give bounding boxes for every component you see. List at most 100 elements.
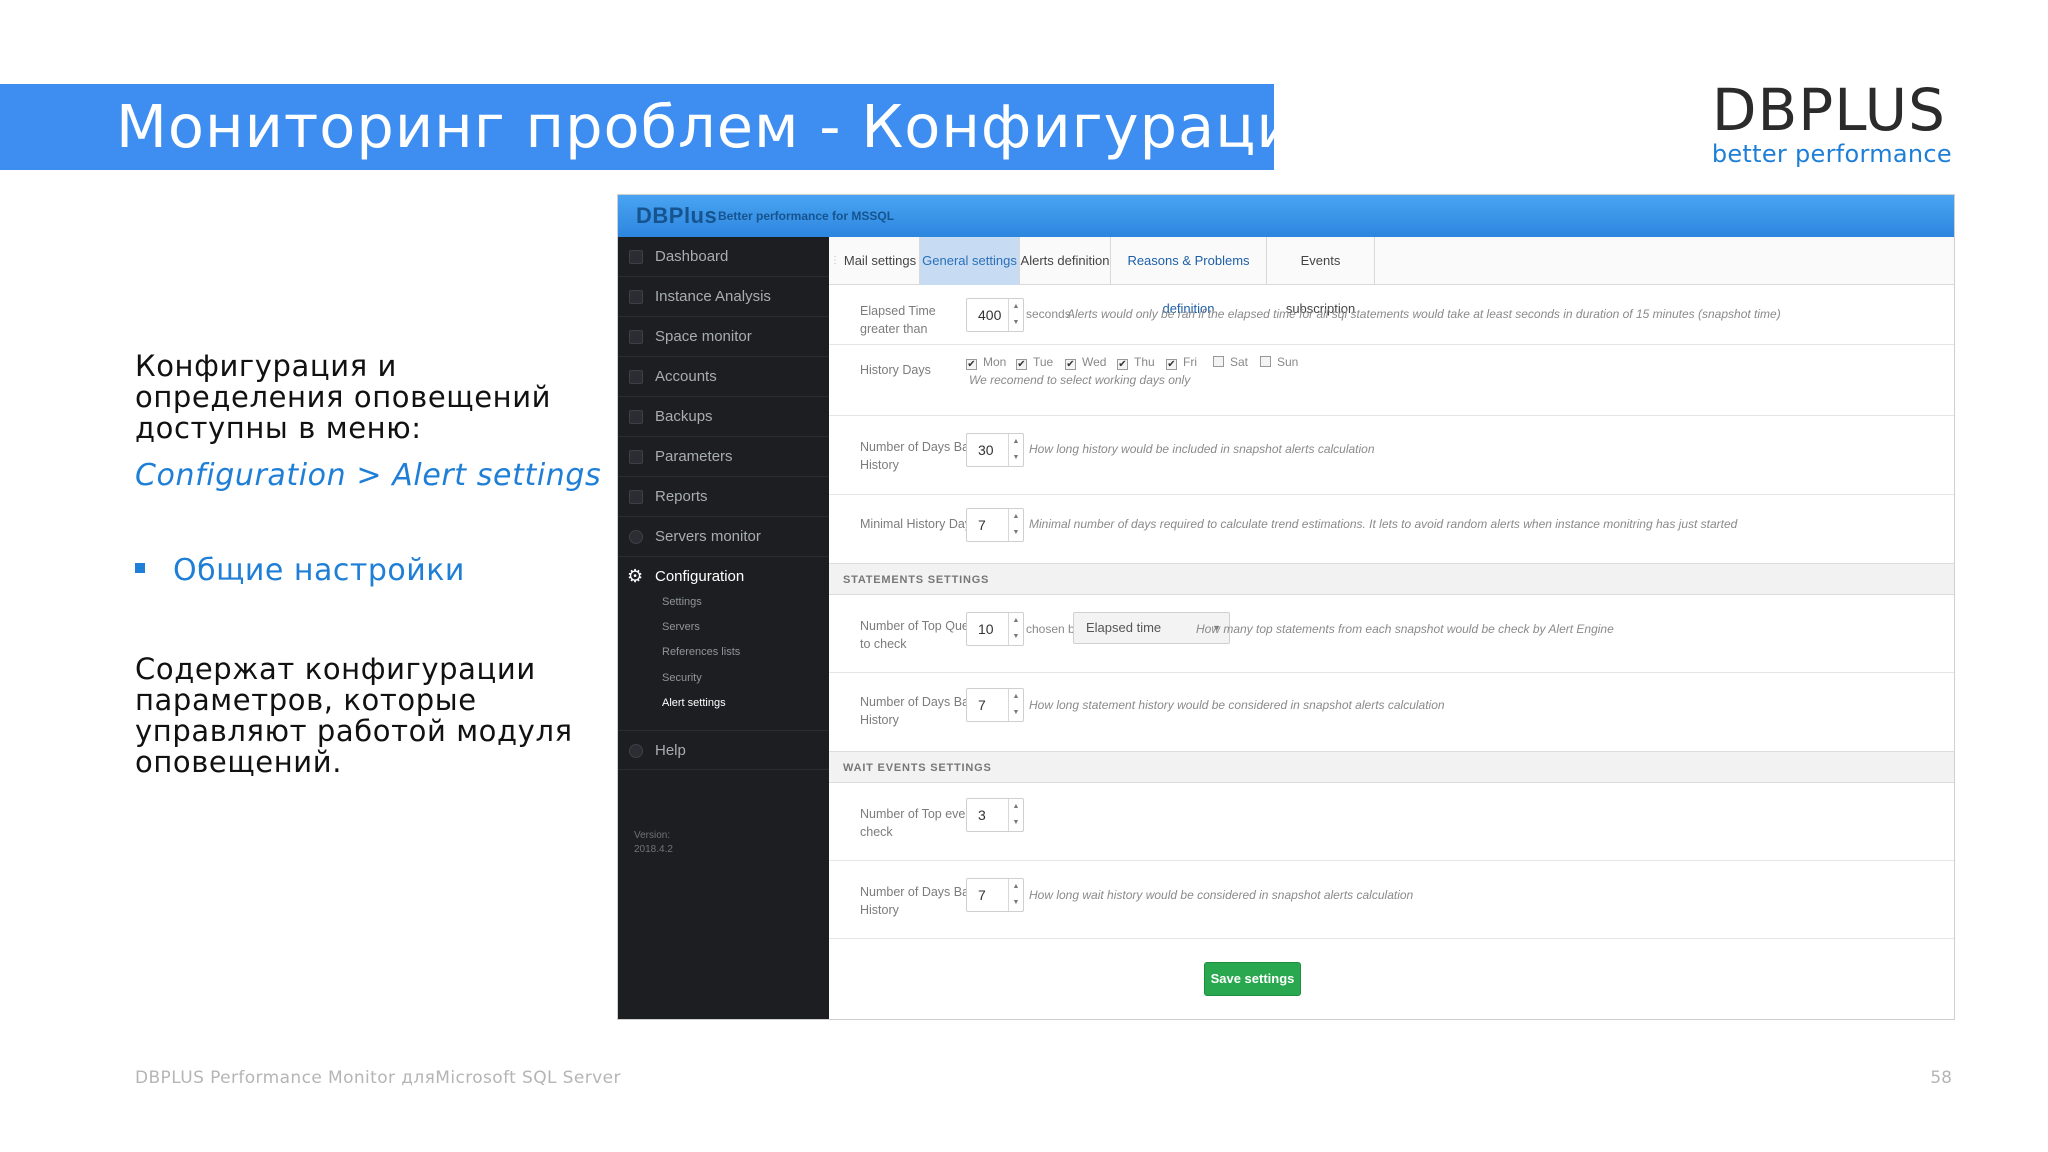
sidebar-item-label: Reports (655, 488, 708, 505)
sidebar-item-accounts[interactable]: Accounts (618, 357, 829, 397)
tab-alerts-definition[interactable]: Alerts definition (1020, 237, 1111, 285)
history-days-hint: We recomend to select working days only (969, 373, 1191, 387)
version-label: Version: (634, 830, 671, 841)
sidebar-item-space-monitor[interactable]: Space monitor (618, 317, 829, 357)
wait-days-back-input[interactable]: 7 ▲ ▼ (966, 878, 1024, 912)
sidebar-item-servers-monitor[interactable]: Servers monitor (618, 517, 829, 557)
logo-main: DBPLUS (1711, 76, 1946, 144)
sidebar-item-parameters[interactable]: Parameters (618, 437, 829, 477)
days-back-input[interactable]: 30 ▲ ▼ (966, 433, 1024, 467)
statements-settings-header: STATEMENTS SETTINGS (829, 563, 1954, 595)
sidebar-subitem-servers[interactable]: Servers (662, 621, 700, 633)
sidebar-subitem-references-lists[interactable]: References lists (662, 646, 740, 658)
sidebar-subitem-alert-settings[interactable]: Alert settings (662, 697, 726, 709)
tab-general-settings[interactable]: General settings (920, 237, 1020, 285)
sidebar-item-dashboard[interactable]: Dashboard (618, 237, 829, 277)
days-back-hint: How long history would be included in sn… (1029, 442, 1375, 456)
database-icon (629, 330, 643, 344)
checkbox-checked-icon[interactable]: ✔ (1016, 359, 1027, 370)
checkbox-label: Thu (1134, 355, 1155, 369)
top-queries-value: 10 (978, 621, 994, 637)
logo-tagline: better performance (1711, 140, 1952, 168)
checkbox-wed[interactable]: ✔ Wed (1065, 355, 1106, 370)
elapsed-unit: seconds (1026, 307, 1071, 321)
sidebar-subitem-security[interactable]: Security (662, 672, 702, 684)
top-events-value: 3 (978, 807, 986, 823)
statement-days-back-value: 7 (978, 697, 986, 713)
slide-title: Мониторинг проблем - Конфигурация (116, 92, 1333, 161)
checkbox-sun[interactable]: Sun (1260, 355, 1298, 369)
order-by-value: Elapsed time (1086, 620, 1162, 635)
row-minimal-history: Minimal History Days 7 ▲ ▼ Minimal number … (829, 495, 1954, 563)
save-settings-button[interactable]: Save settings (1204, 962, 1301, 996)
checkbox-label: Fri (1183, 355, 1197, 369)
tab-events-subscription[interactable]: Events subscription (1267, 237, 1375, 316)
sidebar-item-label: Dashboard (655, 248, 729, 265)
elapsed-hint: Alerts would only be ran if the elapsed … (1067, 307, 1781, 321)
wait-days-back-value: 7 (978, 887, 986, 903)
row-elapsed-time: Elapsed Time greater than 400 ▲ ▼ seconds … (829, 285, 1954, 345)
intro-text: Конфигурация и определения оповещений до… (135, 349, 552, 445)
app-header: DBPlus Better performance for MSSQL (618, 195, 1954, 237)
minimal-history-input[interactable]: 7 ▲ ▼ (966, 508, 1024, 542)
app-window: DBPlus Better performance for MSSQL Dash… (617, 194, 1955, 1020)
checkbox-label: Sat (1230, 355, 1249, 369)
spinner-arrows-icon[interactable]: ▲ ▼ (1008, 434, 1023, 466)
backup-icon (629, 410, 643, 424)
dashboard-icon (629, 250, 643, 264)
row-statement-days-back: Number of Days Back in History 7 ▲ ▼ How l… (829, 673, 1954, 751)
top-events-input[interactable]: 3 ▲ ▼ (966, 798, 1024, 832)
settings-content: ⋮ Mail settings General settings Alerts … (829, 237, 1954, 1019)
checkbox-label: Mon (983, 355, 1007, 369)
checkbox-checked-icon[interactable]: ✔ (1117, 359, 1128, 370)
slide: Мониторинг проблем - Конфигурация DBPLUS… (0, 0, 2048, 1152)
spinner-arrows-icon[interactable]: ▲ ▼ (1008, 879, 1023, 911)
sidebar-item-configuration[interactable]: ⚙ Configuration (618, 557, 829, 597)
sidebar-item-label: Backups (655, 408, 713, 425)
checkbox-unchecked-icon[interactable] (1260, 356, 1271, 367)
sidebar-item-backups[interactable]: Backups (618, 397, 829, 437)
gear-icon: ⚙ (627, 566, 644, 586)
spinner-arrows-icon[interactable]: ▲ ▼ (1008, 509, 1023, 541)
checkbox-unchecked-icon[interactable] (1213, 356, 1224, 367)
top-queries-input[interactable]: 10 ▲ ▼ (966, 612, 1024, 646)
version-number: 2018.4.2 (634, 844, 673, 855)
row-wait-days-back: Number of Days Back in History 7 ▲ ▼ How l… (829, 861, 1954, 939)
checkbox-sat[interactable]: Sat (1213, 355, 1248, 369)
spinner-arrows-icon[interactable]: ▲ ▼ (1008, 299, 1023, 331)
row-top-queries: Number of Top Queries to check 10 ▲ ▼ chos… (829, 595, 1954, 673)
sidebar-subitem-settings[interactable]: Settings (662, 596, 702, 608)
version-info: Version: 2018.4.2 (634, 829, 673, 857)
spinner-arrows-icon[interactable]: ▲ ▼ (1008, 689, 1023, 721)
checkbox-mon[interactable]: ✔ Mon (966, 355, 1006, 370)
sidebar-item-reports[interactable]: Reports (618, 477, 829, 517)
elapsed-input[interactable]: 400 ▲ ▼ (966, 298, 1024, 332)
sidebar-item-label: Servers monitor (655, 528, 761, 545)
checkbox-fri[interactable]: ✔ Fri (1166, 355, 1197, 370)
row-history-days: History Days ✔ Mon ✔ Tue ✔ Wed ✔ Thu ✔ Fri Sat Sun … (829, 345, 1954, 416)
tab-reasons-problems[interactable]: Reasons & Problems definition (1111, 237, 1267, 316)
sidebar-item-instance-analysis[interactable]: Instance Analysis (618, 277, 829, 317)
help-icon (629, 744, 643, 758)
sidebar-item-label: Parameters (655, 448, 733, 465)
checkbox-checked-icon[interactable]: ✔ (1166, 359, 1177, 370)
checkbox-thu[interactable]: ✔ Thu (1117, 355, 1155, 370)
tab-mail-settings[interactable]: Mail settings (841, 237, 920, 285)
sidebar-item-label: Space monitor (655, 328, 752, 345)
reports-icon (629, 490, 643, 504)
checkbox-checked-icon[interactable]: ✔ (966, 359, 977, 370)
spinner-arrows-icon[interactable]: ▲ ▼ (1008, 799, 1023, 831)
spinner-arrows-icon[interactable]: ▲ ▼ (1008, 613, 1023, 645)
statement-days-back-input[interactable]: 7 ▲ ▼ (966, 688, 1024, 722)
elapsed-label: Elapsed Time greater than (860, 304, 936, 336)
top-queries-hint: How many top statements from each snapsh… (1196, 622, 1614, 636)
dbplus-logo: DBPLUS better performance (1712, 78, 1952, 168)
checkbox-checked-icon[interactable]: ✔ (1065, 359, 1076, 370)
elapsed-value: 400 (978, 307, 1002, 323)
sidebar-item-help[interactable]: Help (618, 730, 829, 770)
instance-icon (629, 290, 643, 304)
minimal-history-hint: Minimal number of days required to calcu… (1029, 517, 1738, 531)
app-brand: DBPlus (636, 203, 718, 228)
checkbox-tue[interactable]: ✔ Tue (1016, 355, 1053, 370)
sidebar-item-label: Help (655, 742, 686, 759)
